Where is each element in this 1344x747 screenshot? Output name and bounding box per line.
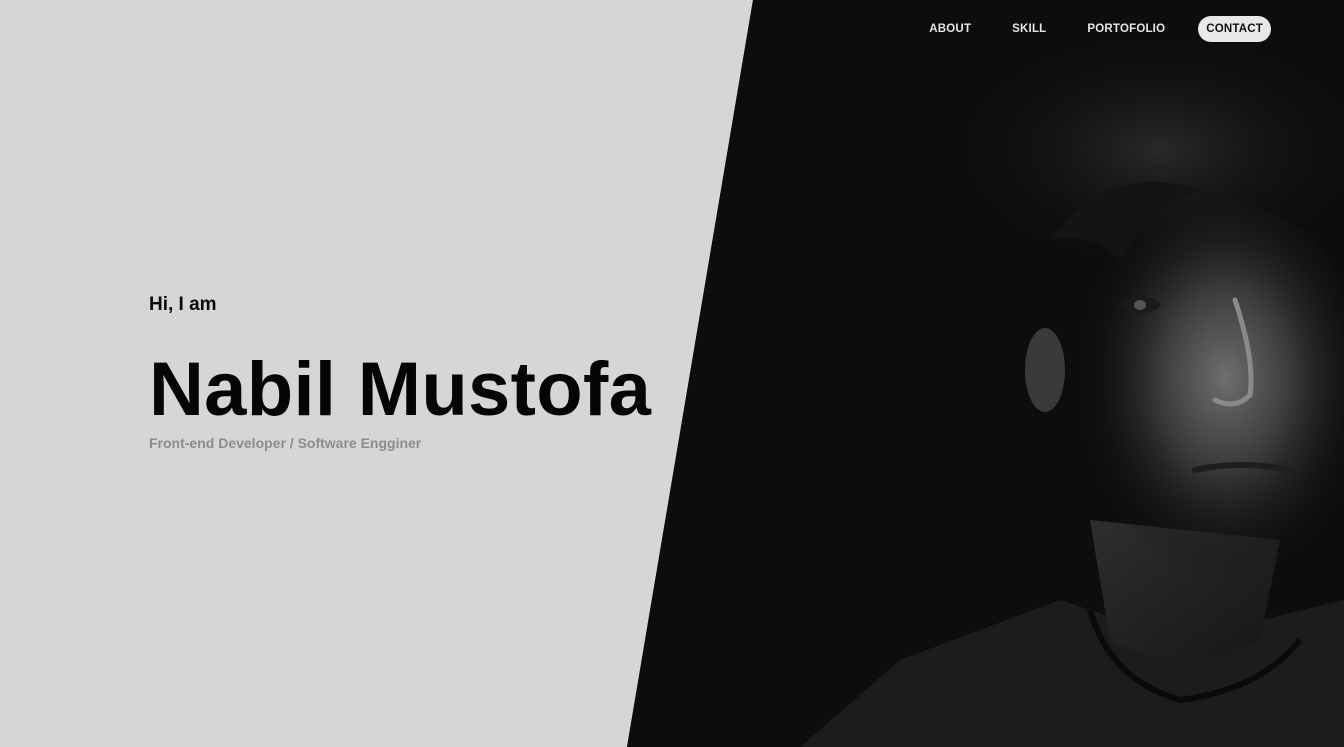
landing-page: Hi, I am Nabil Mustofa Front-end Develop… — [0, 0, 1344, 747]
hero-role: Front-end Developer / Software Engginer — [149, 435, 422, 451]
greeting-text: Hi, I am — [149, 294, 217, 315]
nav-item-portofolio[interactable]: PORTOFOLIO — [1079, 16, 1173, 42]
nav-item-contact[interactable]: CONTACT — [1198, 16, 1271, 42]
nav-item-about[interactable]: ABOUT — [921, 16, 979, 42]
nav-item-skill[interactable]: SKILL — [1004, 16, 1054, 42]
top-navigation: ABOUT SKILL PORTOFOLIO CONTACT — [896, 16, 1271, 42]
hero-section: Hi, I am Nabil Mustofa Front-end Develop… — [149, 292, 651, 451]
hero-name: Nabil Mustofa — [149, 347, 652, 432]
